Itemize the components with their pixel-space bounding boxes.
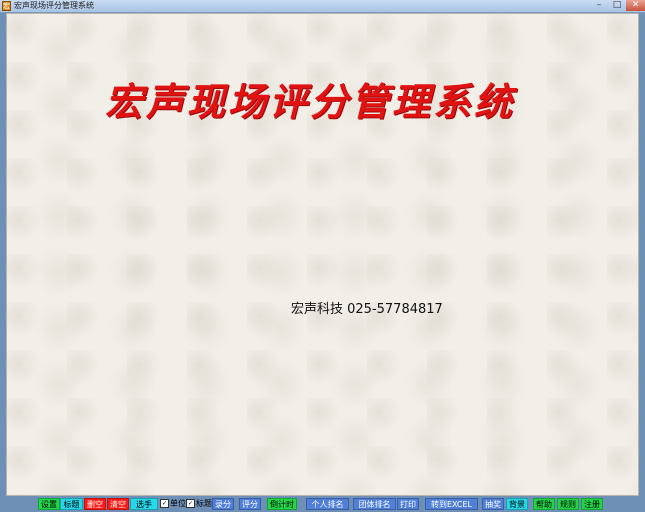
unit-checkbox-label: 单位 xyxy=(170,499,186,508)
export-excel-button[interactable]: 转到EXCEL xyxy=(425,498,478,510)
main-canvas: 宏声现场评分管理系统 宏声科技 025-57784817 xyxy=(6,13,639,496)
close-button[interactable]: ✕ xyxy=(626,0,645,11)
maximize-button[interactable]: □ xyxy=(608,0,626,11)
lottery-button[interactable]: 抽奖 xyxy=(482,498,504,510)
title-checkbox-label: 标题 xyxy=(196,499,212,508)
team-rank-button[interactable]: 团体排名 xyxy=(353,498,396,510)
rules-button[interactable]: 规则 xyxy=(557,498,579,510)
app-icon[interactable]: 宏 xyxy=(2,1,11,11)
print-button[interactable]: 打印 xyxy=(397,498,419,510)
minimize-button[interactable]: – xyxy=(590,0,608,11)
heading-button[interactable]: 标题 xyxy=(60,498,83,510)
clear-all-button[interactable]: 清空 xyxy=(107,498,129,510)
app-window: 宏 宏声现场评分管理系统 – □ ✕ 宏声现场评分管理系统 宏声科技 025-5… xyxy=(0,0,645,512)
company-contact: 宏声科技 025-57784817 xyxy=(291,302,443,317)
clear-column-button[interactable]: 删空 xyxy=(84,498,106,510)
system-title: 宏声现场评分管理系统 xyxy=(105,79,516,124)
contestant-button[interactable]: 选手 xyxy=(130,498,158,510)
background-button[interactable]: 背景 xyxy=(506,498,528,510)
help-button[interactable]: 帮助 xyxy=(533,498,555,510)
window-title: 宏声现场评分管理系统 xyxy=(14,1,94,10)
individual-rank-button[interactable]: 个人排名 xyxy=(306,498,349,510)
checkbox-checked-icon: ✓ xyxy=(160,499,169,508)
title-bar: 宏 宏声现场评分管理系统 – □ ✕ xyxy=(0,0,645,13)
bottom-toolbar: 设置 标题 删空 清空 选手 ✓ 单位 ✓ 标题 录分 评分 倒计时 个人排名 团体… xyxy=(0,496,645,512)
unit-checkbox[interactable]: ✓ 单位 xyxy=(160,498,186,510)
title-checkbox[interactable]: ✓ 标题 xyxy=(186,498,212,510)
settings-button[interactable]: 设置 xyxy=(38,498,60,510)
checkbox-checked-icon: ✓ xyxy=(186,499,195,508)
countdown-button[interactable]: 倒计时 xyxy=(267,498,297,510)
score-entry-button[interactable]: 录分 xyxy=(212,498,234,510)
score-button[interactable]: 评分 xyxy=(239,498,261,510)
register-button[interactable]: 注册 xyxy=(581,498,603,510)
